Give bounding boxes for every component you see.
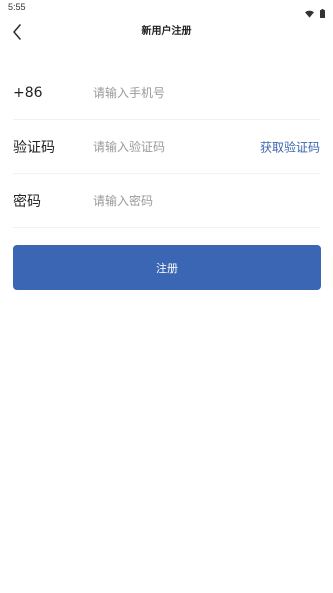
register-button[interactable]: 注册: [13, 245, 321, 290]
verification-code-input[interactable]: [93, 134, 243, 159]
status-time: 5:55: [8, 2, 26, 12]
get-code-button[interactable]: 获取验证码: [260, 138, 320, 155]
status-bar: 5:55: [0, 0, 333, 18]
code-label: 验证码: [13, 139, 55, 156]
phone-input[interactable]: [93, 80, 243, 105]
password-row: 密码: [13, 174, 320, 228]
page-title: 新用户注册: [141, 26, 192, 37]
password-label: 密码: [13, 193, 41, 210]
password-input[interactable]: [93, 188, 243, 213]
phone-row: +86: [13, 66, 320, 120]
country-code-label: +86: [13, 84, 43, 101]
nav-bar: 新用户注册: [0, 16, 333, 52]
register-form: +86 验证码 获取验证码 密码: [13, 66, 320, 228]
code-row: 验证码 获取验证码: [13, 120, 320, 174]
